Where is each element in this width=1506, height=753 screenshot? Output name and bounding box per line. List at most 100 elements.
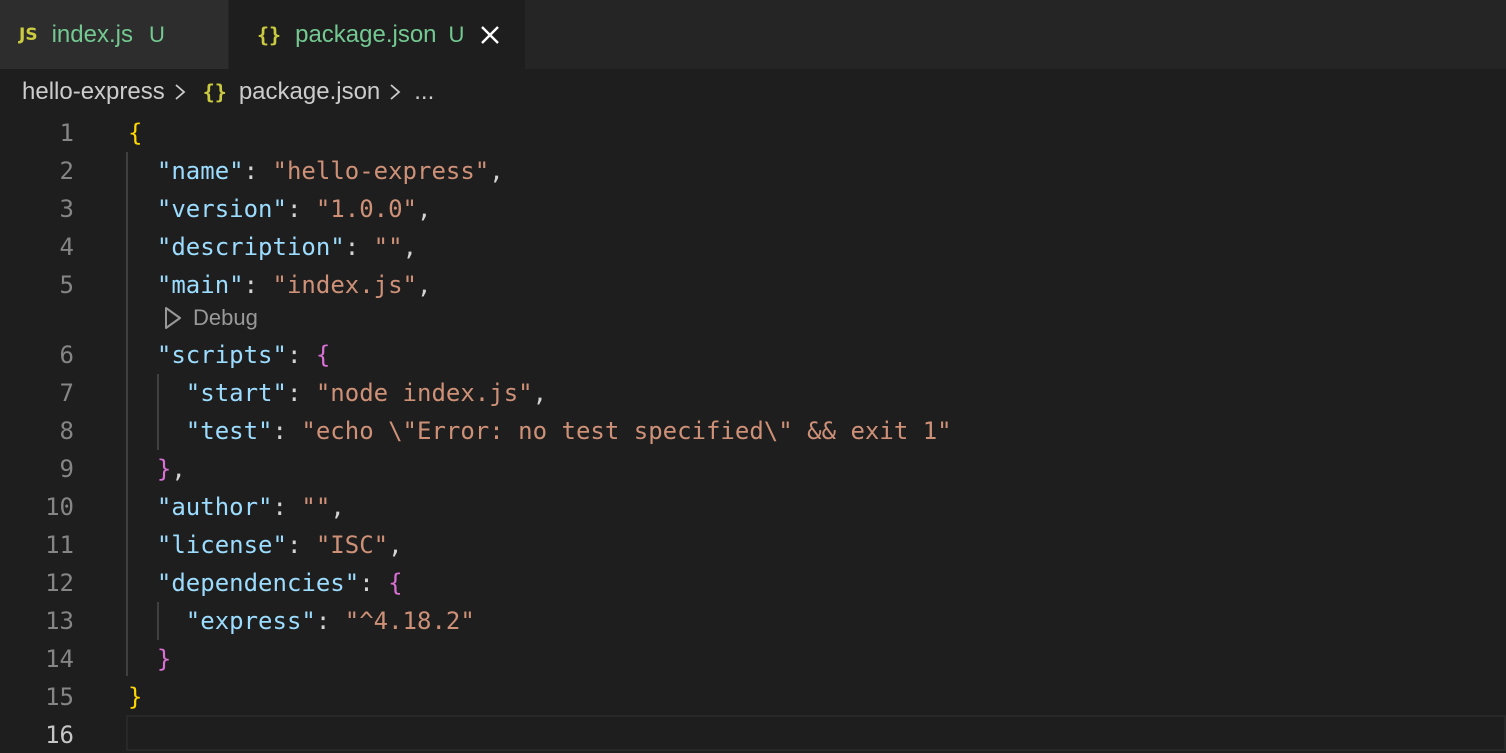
tab-package-json[interactable]: {} package.json U (229, 0, 525, 69)
code-token: "ISC" (315, 531, 389, 559)
debug-codelens[interactable]: Debug (163, 302, 258, 334)
breadcrumb-file[interactable]: package.json (239, 78, 380, 106)
code-token: "node index.js" (315, 379, 533, 407)
code-token: "^4.18.2" (344, 607, 475, 635)
line-number: 5 (59, 271, 74, 299)
code-token: "main" (156, 271, 244, 299)
code-line: "version": "1.0.0", (128, 190, 432, 228)
code-token: "express" (185, 607, 316, 635)
line-number: 14 (45, 645, 74, 673)
line-number: 8 (59, 417, 74, 445)
code-token: : (243, 271, 273, 299)
line-number: 11 (45, 531, 74, 559)
code-token: "scripts" (156, 341, 287, 369)
code-line: } (128, 678, 142, 716)
line-number: 12 (45, 569, 74, 597)
code-token: : (315, 607, 345, 635)
line-number: 10 (45, 493, 74, 521)
line-number: 2 (59, 157, 74, 185)
code-token: "hello-express" (272, 157, 490, 185)
code-token: : (359, 569, 389, 597)
code-line: "test": "echo \"Error: no test specified… (128, 412, 952, 450)
code-token: : (286, 379, 316, 407)
code-token: , (417, 195, 432, 223)
breadcrumb: hello-express {} package.json ... (22, 72, 434, 112)
code-token: "1.0.0" (315, 195, 418, 223)
line-number: 6 (59, 341, 74, 369)
code-token: } (156, 455, 172, 483)
current-line-highlight (126, 715, 1506, 751)
code-token: "test" (185, 417, 273, 445)
untracked-badge: U (148, 21, 165, 47)
codelens-label: Debug (193, 305, 258, 330)
code-token: : (286, 531, 316, 559)
code-line: } (128, 640, 171, 678)
untracked-badge: U (448, 21, 465, 47)
code-token: , (489, 157, 504, 185)
code-line: { (128, 114, 142, 152)
code-token: { (128, 119, 143, 147)
code-token: , (532, 379, 548, 407)
code-token: "dependencies" (156, 569, 360, 597)
tab-bar: JS index.js U {} package.json U (0, 0, 1506, 69)
code-token: : (286, 195, 316, 223)
code-editor[interactable]: Debug 1 2 3 4 5 6 7 8 9 10 11 12 13 14 15 16 { "name": … (0, 114, 1506, 753)
code-line: "scripts": { (128, 336, 330, 374)
code-line: "license": "ISC", (128, 526, 403, 564)
code-token: "" (373, 233, 403, 261)
code-token: , (417, 271, 432, 299)
json-file-icon: {} (202, 80, 227, 104)
tab-title: package.json (295, 20, 437, 48)
code-token: , (330, 493, 345, 521)
line-number: 3 (59, 195, 74, 223)
tab-title: index.js (51, 20, 133, 48)
code-token: , (402, 233, 418, 261)
line-number: 9 (59, 455, 74, 483)
line-number: 15 (45, 683, 74, 711)
javascript-file-icon: JS (19, 24, 38, 45)
code-line: "name": "hello-express", (128, 152, 504, 190)
code-line: "express": "^4.18.2" (128, 602, 475, 640)
breadcrumb-more[interactable]: ... (414, 78, 434, 106)
code-token: { (388, 569, 403, 597)
code-line: "start": "node index.js", (128, 374, 547, 412)
code-token: "" (301, 493, 331, 521)
code-token: : (272, 417, 302, 445)
code-token: "name" (156, 157, 244, 185)
code-token: "start" (185, 379, 287, 407)
code-line: "author": "", (128, 488, 345, 526)
line-number: 16 (45, 721, 74, 749)
line-number: 4 (59, 233, 74, 261)
line-number: 1 (59, 119, 74, 147)
code-token: { (315, 341, 331, 369)
code-token: "author" (156, 493, 273, 521)
code-token: : (286, 341, 316, 369)
chevron-right-icon (175, 84, 186, 100)
code-token: "description" (156, 233, 345, 261)
code-line: "main": "index.js", (128, 266, 432, 304)
chevron-right-icon (390, 84, 401, 100)
breadcrumb-folder[interactable]: hello-express (22, 78, 165, 106)
tab-index-js[interactable]: JS index.js U (0, 0, 228, 69)
code-line: }, (128, 450, 186, 488)
code-line: "description": "", (128, 228, 417, 266)
code-token: : (243, 157, 273, 185)
code-token: "echo \"Error: no test specified\" && ex… (301, 417, 952, 445)
code-token: : (272, 493, 302, 521)
code-token: } (128, 683, 143, 711)
code-token: , (388, 531, 403, 559)
code-token: : (344, 233, 374, 261)
line-number: 13 (45, 607, 74, 635)
close-icon[interactable] (478, 23, 502, 47)
